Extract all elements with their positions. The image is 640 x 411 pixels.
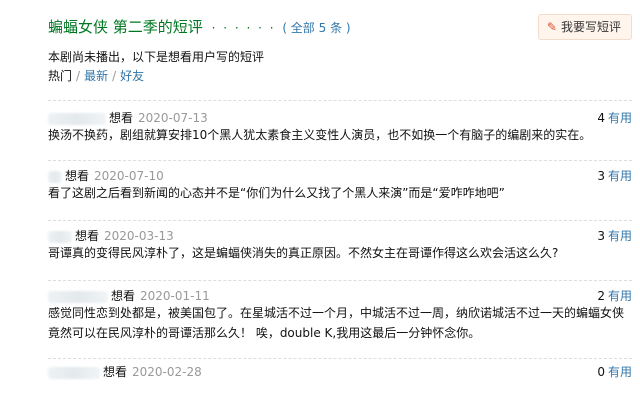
useful-button[interactable]: 有用: [608, 169, 632, 183]
vote-count: 4: [597, 111, 605, 125]
useful-votes: 2 有用: [597, 287, 632, 304]
comments-header: 蝙蝠女侠 第二季的短评 · · · · · · ( 全部 5 条 ) ✎ 我要写短…: [48, 14, 632, 42]
review-status: 想看: [111, 289, 136, 303]
not-aired-notice: 本剧尚未播出，以下是想看用户写的短评: [48, 50, 265, 64]
write-review-label: 我要写短评: [560, 20, 621, 34]
useful-button[interactable]: 有用: [608, 289, 632, 303]
review-status: 想看: [65, 169, 90, 183]
review-text: 感觉同性恋到处都是，被美国包了。在星城活不过一个月，中城活不过一周，纳欣诺城活不…: [48, 306, 625, 340]
tab-hot[interactable]: 热门: [48, 69, 72, 83]
blurred-avatar-name: [48, 366, 100, 379]
review-item: 想看 2020-03-13 3 有用 哥谭真的变得民风淳朴了，这是蝙蝠侠消失的真正原…: [48, 220, 632, 273]
tab-latest[interactable]: 最新: [84, 69, 108, 83]
blurred-avatar-name: [48, 112, 106, 125]
review-status: 想看: [109, 111, 134, 125]
vote-count: 2: [597, 289, 605, 303]
review-date: 2020-03-13: [104, 229, 174, 243]
vote-count: 3: [597, 229, 605, 243]
review-status: 想看: [103, 365, 128, 379]
title-text: 蝙蝠女侠 第二季的短评: [48, 18, 203, 36]
vote-count: 3: [597, 169, 605, 183]
tab-friends[interactable]: 好友: [120, 69, 144, 83]
blurred-avatar-name: [48, 230, 72, 243]
all-reviews-link[interactable]: ( 全部 5 条 ): [282, 21, 350, 35]
blurred-avatar-name: [48, 290, 108, 303]
review-item: 想看 2020-07-13 4 有用 换汤不换药，剧组就算安排10个黑人犹太素食主义…: [48, 100, 632, 153]
blurred-avatar-name: [48, 170, 62, 183]
useful-votes: 3 有用: [597, 167, 632, 184]
review-date: 2020-02-28: [132, 365, 202, 379]
section-title: 蝙蝠女侠 第二季的短评 · · · · · · ( 全部 5 条 ): [48, 16, 351, 37]
review-item: 想看 2020-02-28 0 有用: [48, 358, 632, 399]
review-status: 想看: [75, 229, 100, 243]
useful-votes: 3 有用: [597, 227, 632, 244]
useful-votes: 0 有用: [597, 363, 632, 380]
review-meta: 想看 2020-02-28: [48, 363, 202, 383]
tab-separator: /: [76, 69, 81, 83]
vote-count: 0: [597, 365, 605, 379]
review-item: 想看 2020-07-10 3 有用 看了这剧之后看到新闻的心态并不是“你们为什么又…: [48, 160, 632, 213]
review-item: 想看 2020-01-11 2 有用 感觉同性恋到处都是，被美国包了。在星城活不过一…: [48, 280, 632, 353]
review-date: 2020-01-11: [140, 289, 210, 303]
useful-button[interactable]: 有用: [608, 365, 632, 379]
useful-votes: 4 有用: [597, 109, 632, 126]
review-text: 看了这剧之后看到新闻的心态并不是“你们为什么又找了个黑人来演”而是“爱咋咋地吧”: [48, 186, 505, 200]
useful-button[interactable]: 有用: [608, 229, 632, 243]
review-text: 换汤不换药，剧组就算安排10个黑人犹太素食主义变性人演员，也不如换一个有脑子的编…: [48, 128, 592, 142]
tab-separator: /: [112, 69, 117, 83]
write-review-button[interactable]: ✎ 我要写短评: [537, 14, 632, 40]
sort-tabs: 热门 / 最新 / 好友: [48, 67, 144, 84]
review-date: 2020-07-10: [94, 169, 164, 183]
title-dots: · · · · · ·: [211, 21, 276, 35]
pencil-icon: ✎: [546, 20, 557, 34]
review-text: 哥谭真的变得民风淳朴了，这是蝙蝠侠消失的真正原因。不然女主在哥谭作得这么欢会活这…: [48, 246, 559, 260]
useful-button[interactable]: 有用: [608, 111, 632, 125]
review-date: 2020-07-13: [138, 111, 208, 125]
